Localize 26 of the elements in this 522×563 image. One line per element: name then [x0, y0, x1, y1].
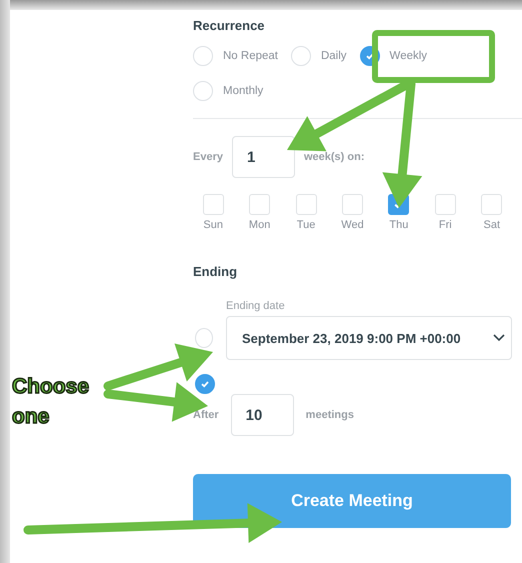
- option-label: Monthly: [223, 85, 264, 97]
- day-label: Sun: [203, 219, 223, 231]
- radio-button[interactable]: [195, 374, 215, 394]
- field-label: After: [193, 409, 219, 421]
- annotation-text: Choose one: [12, 374, 90, 430]
- field-label: week(s) on:: [304, 151, 364, 163]
- field-label: meetings: [306, 409, 354, 421]
- day-label: Tue: [296, 219, 316, 231]
- day-label: Mon: [248, 219, 270, 231]
- option-label: Weekly: [390, 50, 428, 62]
- day-label: Thu: [389, 219, 408, 231]
- date-dropdown[interactable]: September 23, 2019 9:00 PM +00:00: [226, 316, 512, 360]
- option-label: Daily: [320, 50, 347, 62]
- section-title: Recurrence: [193, 18, 266, 35]
- count-input[interactable]: 10: [230, 394, 294, 436]
- field-label: Ending date: [226, 300, 286, 312]
- field-label: Every: [193, 151, 223, 163]
- interval-input[interactable]: 1: [232, 136, 295, 178]
- option-label: No Repeat: [223, 50, 278, 62]
- check-icon: [364, 51, 375, 61]
- day-label: Wed: [341, 219, 364, 231]
- day-label: Fri: [438, 219, 452, 231]
- chevron-down-icon: [493, 334, 505, 342]
- day-label: Sat: [483, 219, 500, 231]
- check-icon: [200, 379, 210, 389]
- section-title: Ending: [193, 264, 238, 281]
